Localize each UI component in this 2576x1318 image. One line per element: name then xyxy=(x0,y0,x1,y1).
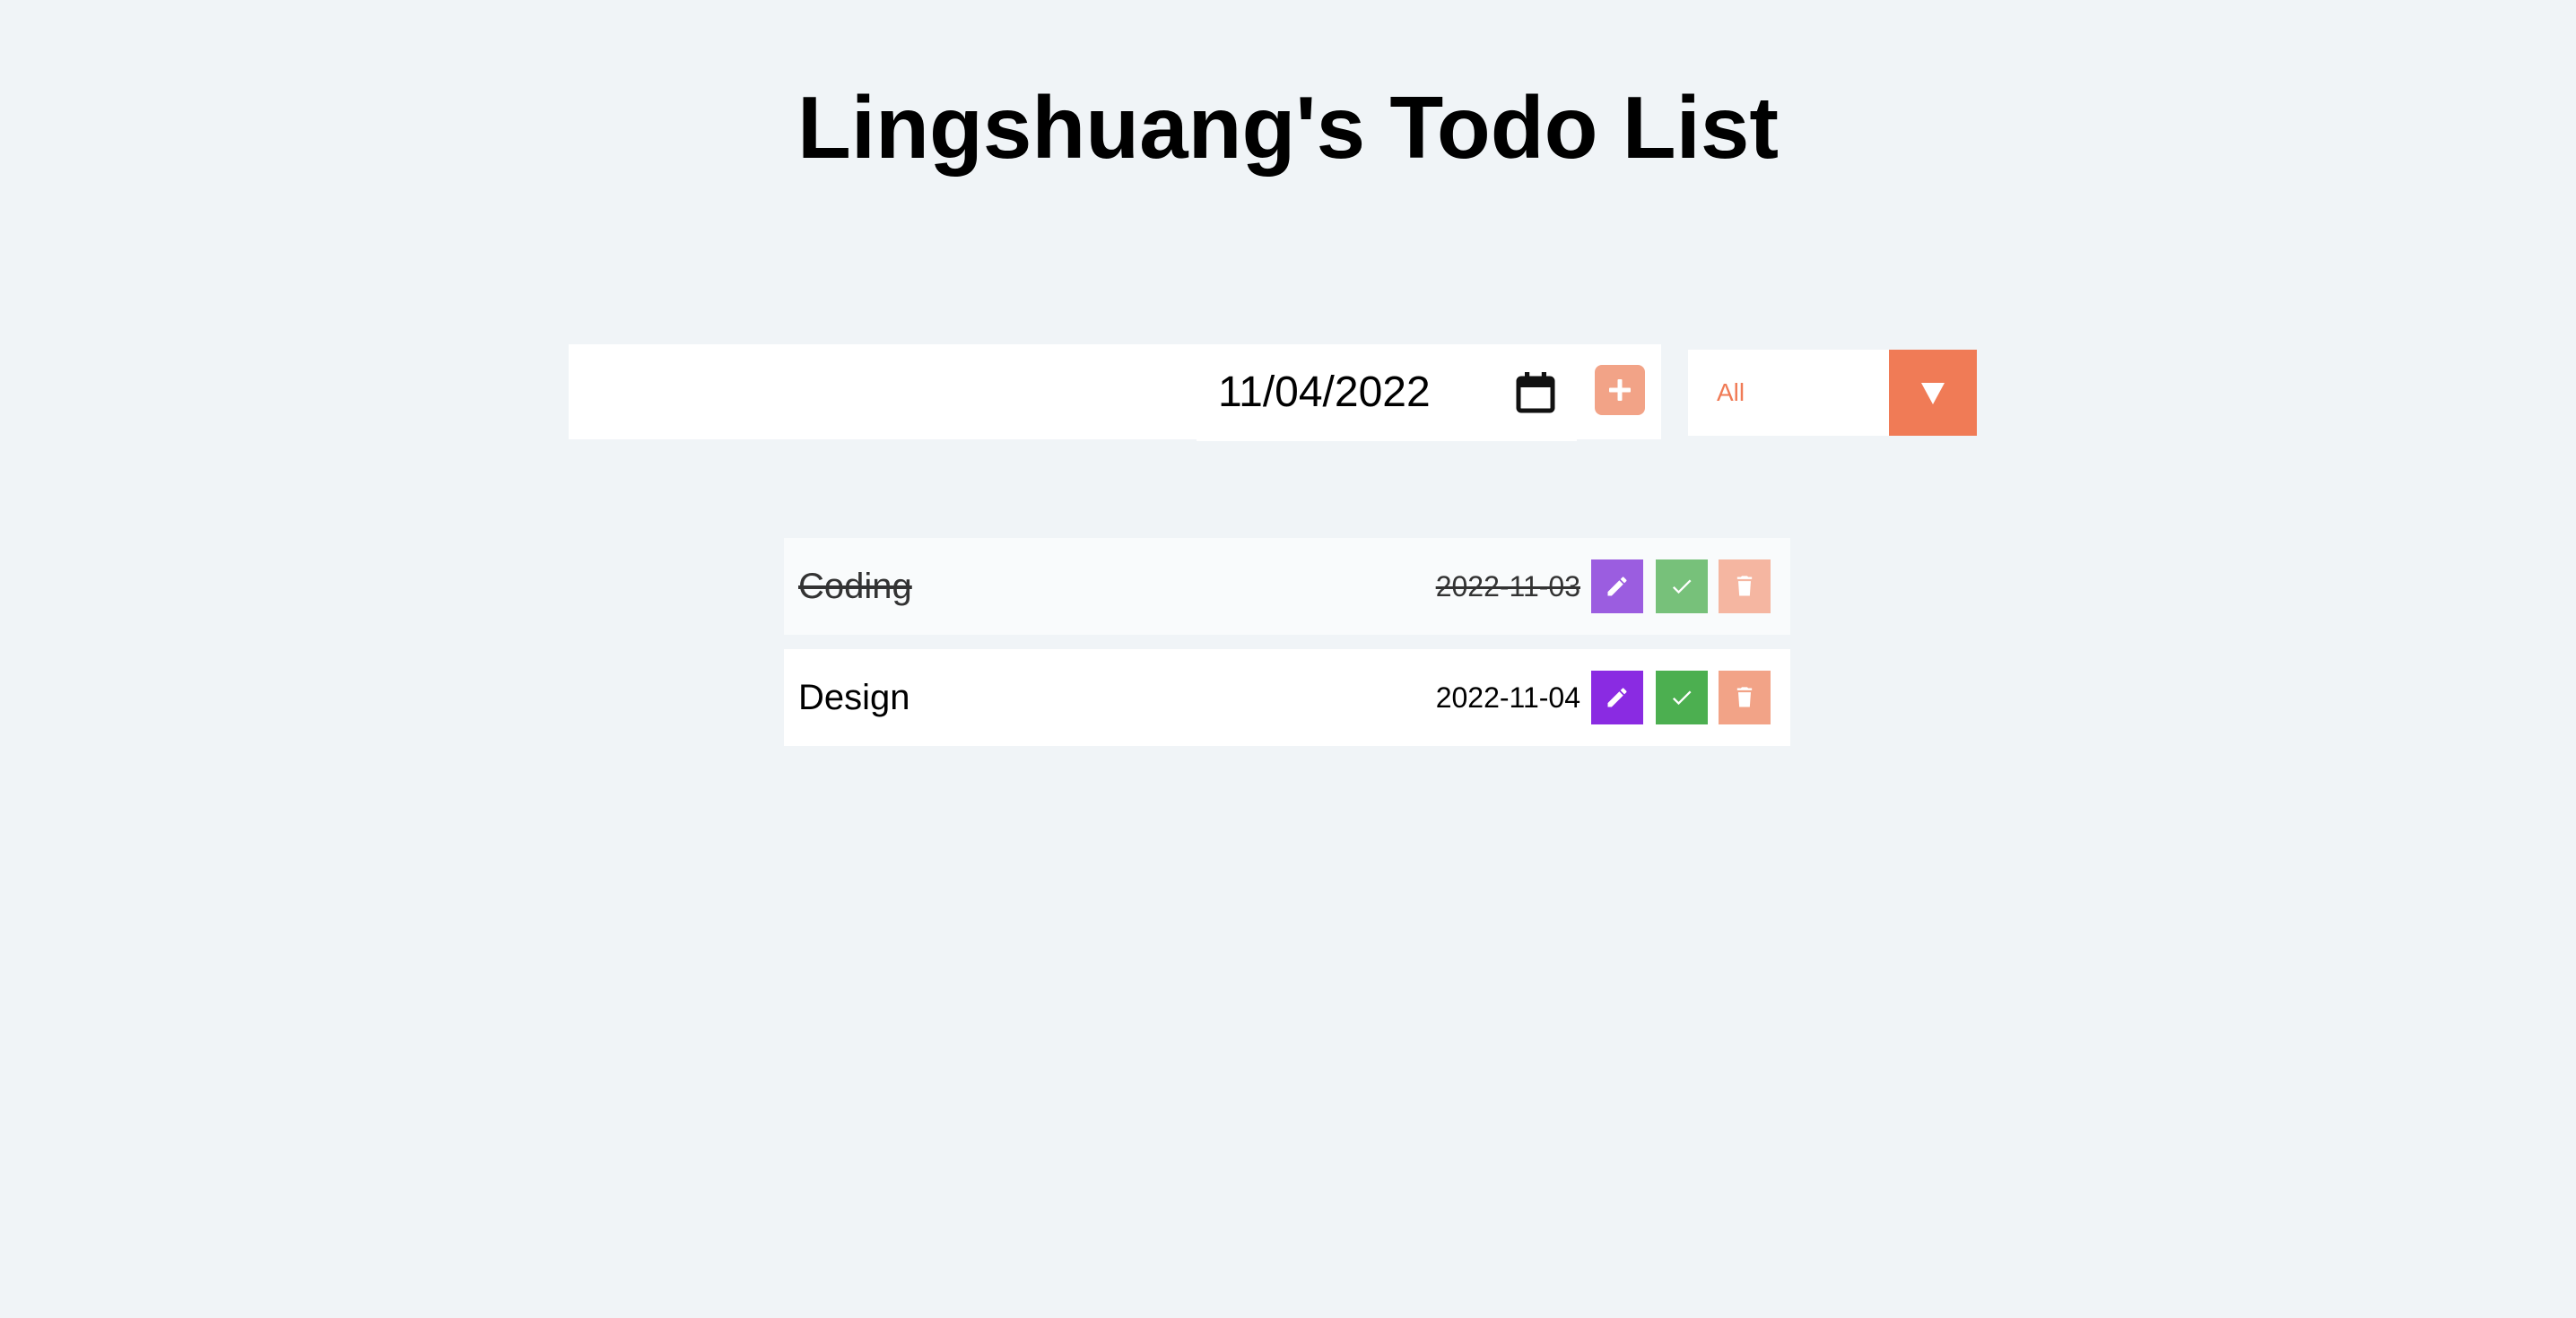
todo-title: Coding xyxy=(798,567,912,606)
pencil-icon xyxy=(1607,577,1627,596)
edit-button[interactable] xyxy=(1591,671,1643,724)
check-icon xyxy=(1672,690,1692,706)
todo-list: Coding 2022-11-03 Design 2022-11-04 xyxy=(784,538,1790,760)
complete-button[interactable] xyxy=(1656,559,1708,613)
page-title: Lingshuang's Todo List xyxy=(797,78,1779,177)
filter-dropdown-button[interactable] xyxy=(1889,350,1977,436)
todo-title: Design xyxy=(798,678,910,717)
date-value: 11/04/2022 xyxy=(1218,369,1431,416)
trash-icon xyxy=(1736,687,1753,707)
add-todo-button[interactable] xyxy=(1595,365,1645,415)
check-icon xyxy=(1672,579,1692,594)
complete-button[interactable] xyxy=(1656,671,1708,724)
todo-date: 2022-11-04 xyxy=(1435,681,1580,714)
delete-button[interactable] xyxy=(1719,671,1771,724)
plus-icon xyxy=(1609,379,1631,401)
todo-item: Design 2022-11-04 xyxy=(784,649,1790,746)
caret-down-icon xyxy=(1921,383,1945,404)
todo-text-input[interactable] xyxy=(569,344,1188,439)
todo-date: 2022-11-03 xyxy=(1435,570,1580,603)
delete-button[interactable] xyxy=(1719,559,1771,613)
filter-select[interactable]: All xyxy=(1688,350,1977,436)
filter-selected-value: All xyxy=(1717,378,1745,406)
pencil-icon xyxy=(1607,688,1627,707)
edit-button[interactable] xyxy=(1591,559,1643,613)
todo-item: Coding 2022-11-03 xyxy=(784,538,1790,635)
date-input[interactable]: 11/04/2022 xyxy=(1197,344,1577,441)
calendar-icon[interactable] xyxy=(1516,371,1555,414)
trash-icon xyxy=(1736,576,1753,596)
